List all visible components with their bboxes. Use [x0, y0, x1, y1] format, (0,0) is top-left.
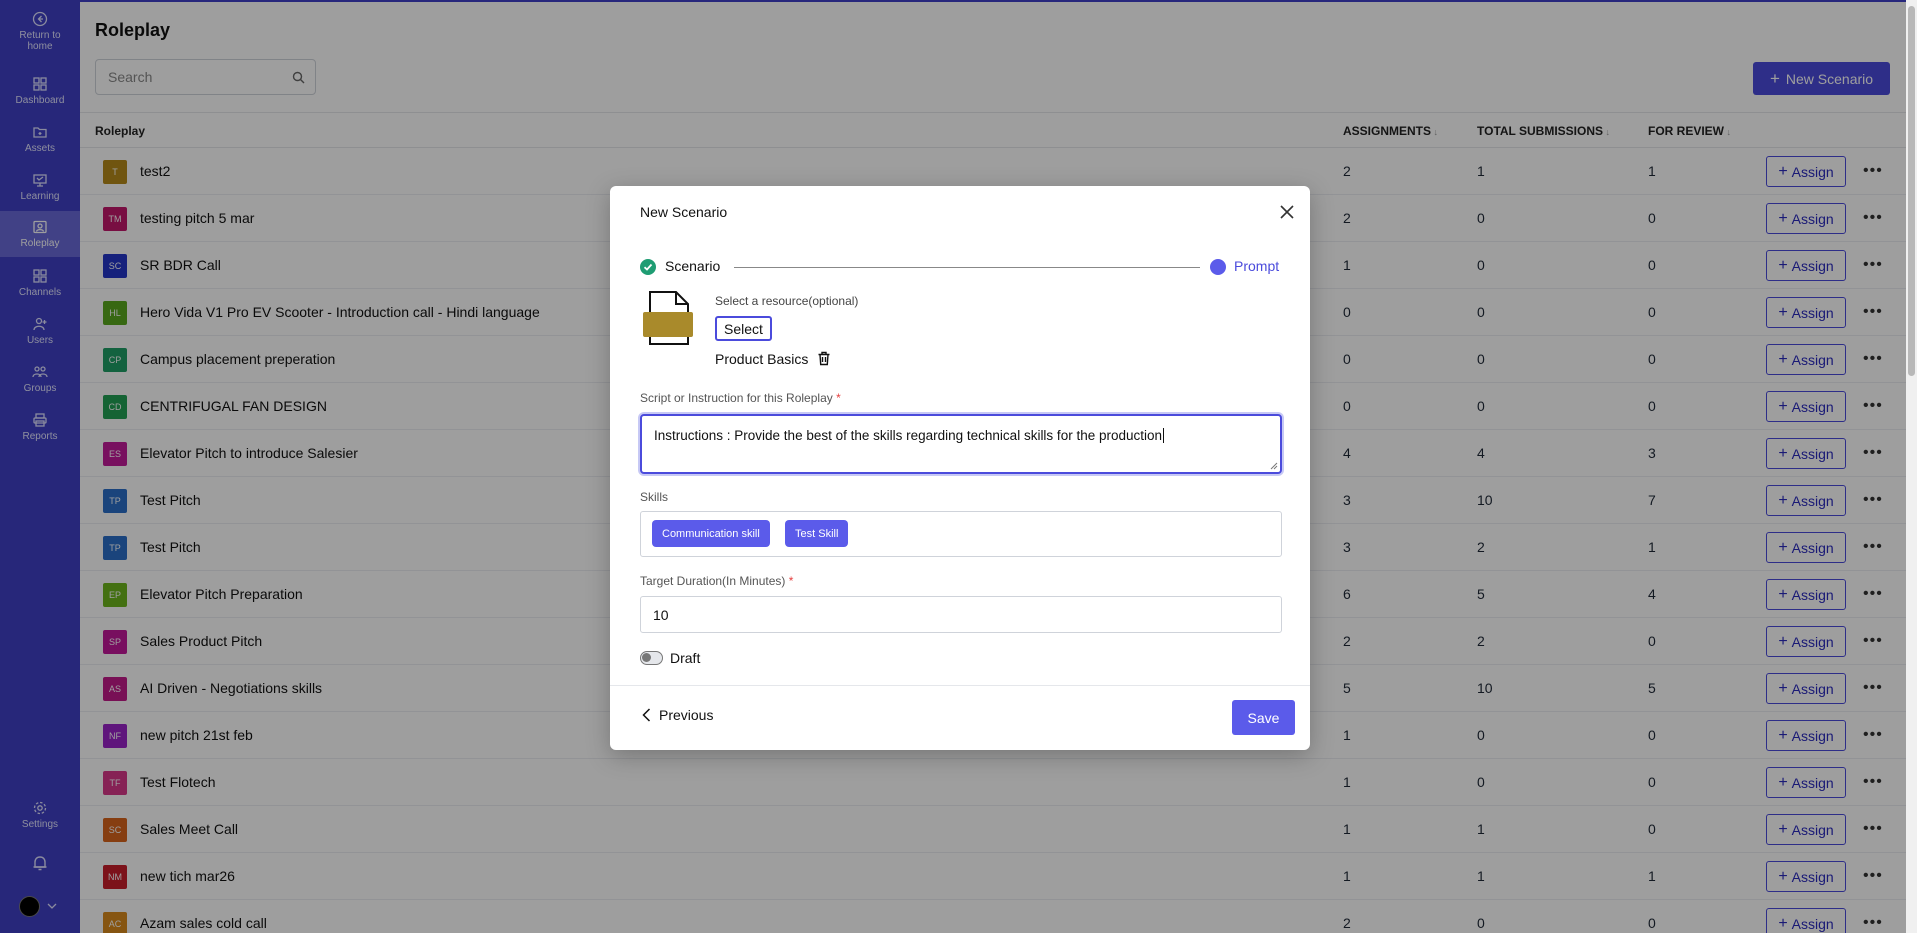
chevron-left-icon [642, 708, 651, 722]
duration-label: Target Duration(In Minutes) * [640, 574, 794, 588]
required-asterisk: * [836, 391, 841, 405]
resource-label: Select a resource(optional) [715, 294, 859, 308]
draft-toggle[interactable] [640, 651, 663, 665]
text-cursor [1163, 428, 1165, 443]
page-scrollbar[interactable] [1906, 0, 1917, 933]
step-current-dot [1210, 259, 1226, 275]
target-duration-input[interactable]: 10 [640, 596, 1282, 633]
skill-chip[interactable]: Communication skill [652, 520, 770, 547]
save-button[interactable]: Save [1232, 700, 1295, 735]
select-resource-button[interactable]: Select [715, 316, 772, 341]
file-document-icon [643, 291, 693, 345]
stepper: Scenario Prompt [640, 256, 1280, 276]
required-asterisk: * [788, 574, 794, 588]
step-scenario[interactable]: Scenario [665, 258, 720, 274]
skills-label: Skills [640, 490, 669, 504]
resize-handle-icon[interactable] [1270, 462, 1278, 470]
new-scenario-dialog: New Scenario Scenario Prompt Select a re… [610, 186, 1310, 750]
script-label: Script or Instruction for this Roleplay … [640, 391, 841, 405]
footer-divider [610, 685, 1310, 686]
previous-button[interactable]: Previous [642, 707, 713, 723]
draft-label: Draft [670, 650, 701, 666]
trash-icon[interactable] [817, 351, 831, 366]
close-icon[interactable] [1279, 204, 1295, 220]
dialog-title: New Scenario [640, 204, 728, 220]
toggle-knob [642, 653, 651, 662]
check-circle-icon [640, 259, 656, 275]
skill-chip[interactable]: Test Skill [785, 520, 849, 547]
step-prompt[interactable]: Prompt [1234, 258, 1279, 274]
selected-resource-name: Product Basics [715, 351, 809, 367]
script-instruction-textarea[interactable]: Instructions : Provide the best of the s… [640, 414, 1282, 474]
skills-field[interactable]: Communication skill Test Skill [640, 511, 1282, 557]
scrollbar-thumb[interactable] [1908, 6, 1915, 376]
step-connector [734, 267, 1200, 268]
